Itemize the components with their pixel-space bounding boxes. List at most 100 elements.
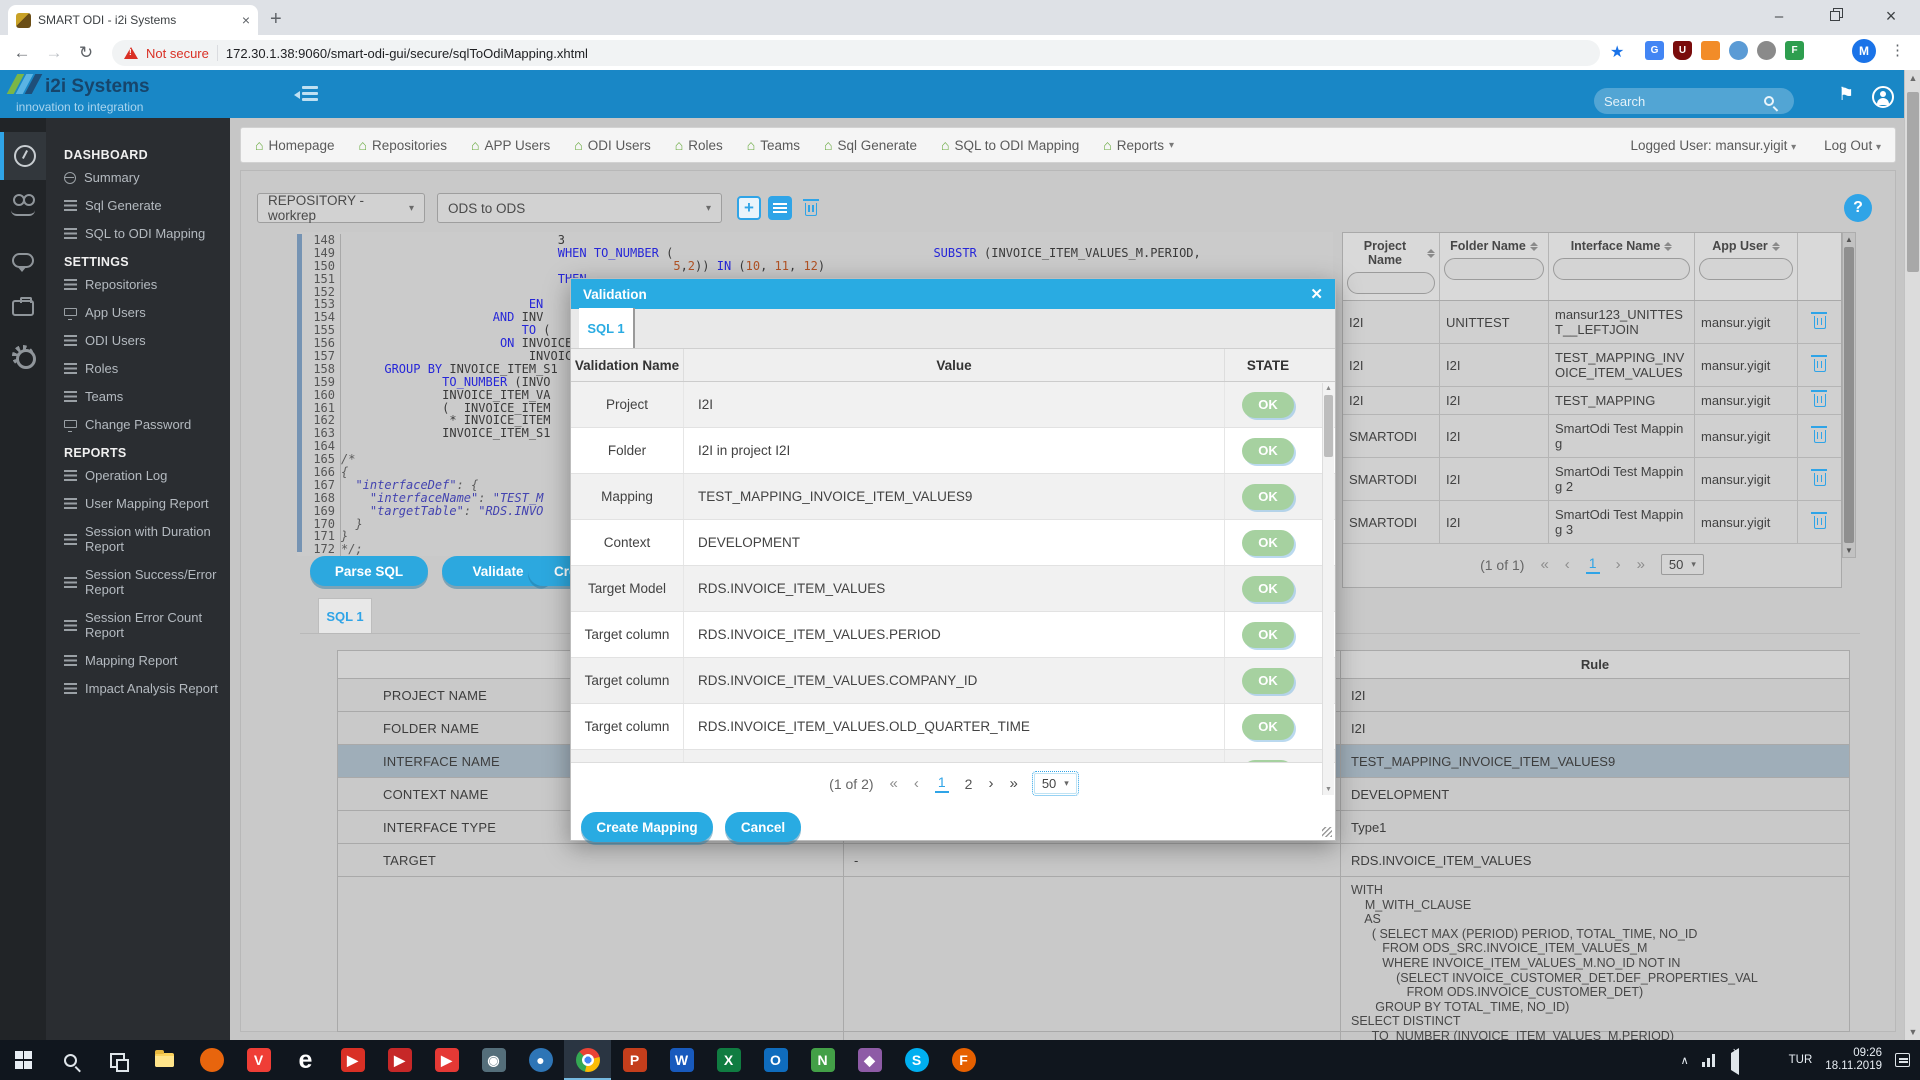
column-header[interactable]: Project Name xyxy=(1343,233,1440,300)
extension-icon[interactable]: F xyxy=(1785,41,1804,60)
next-page-icon[interactable]: › xyxy=(988,775,993,792)
bookmark-star-icon[interactable]: ★ xyxy=(1610,42,1624,62)
top-nav-item[interactable]: ⌂ Reports ▾ xyxy=(1103,137,1174,153)
table-row[interactable]: I2I I2I TEST_MAPPING mansur.yigit xyxy=(1343,387,1841,415)
sidebar-item[interactable]: Session Error Count Report xyxy=(64,610,230,640)
taskbar-app-icon[interactable] xyxy=(188,1040,235,1080)
taskbar-app-icon[interactable]: ▶ xyxy=(376,1040,423,1080)
address-bar[interactable]: Not secure 172.30.1.38:9060/smart-odi-gu… xyxy=(112,40,1600,66)
delete-row-button[interactable] xyxy=(1798,501,1841,543)
taskbar-app-icon[interactable]: V xyxy=(235,1040,282,1080)
sort-icon[interactable] xyxy=(1772,242,1780,251)
sidebar-item[interactable]: Mapping Report xyxy=(64,653,230,668)
validation-row[interactable]: OK xyxy=(571,750,1335,762)
search-icon[interactable] xyxy=(1764,96,1774,106)
taskbar-app-icon[interactable]: X xyxy=(705,1040,752,1080)
help-icon[interactable]: ? xyxy=(1844,194,1872,222)
folder-filter-input[interactable] xyxy=(1444,258,1544,280)
validation-row[interactable]: Target column RDS.INVOICE_ITEM_VALUES.CO… xyxy=(571,658,1335,704)
task-view-icon[interactable] xyxy=(94,1040,141,1080)
ok-state-badge[interactable]: OK xyxy=(1242,530,1294,556)
taskbar-app-icon[interactable]: ▶ xyxy=(423,1040,470,1080)
top-nav-item[interactable]: ⌂ Teams ▾ xyxy=(747,137,800,153)
rail-briefcase-icon[interactable] xyxy=(0,284,46,332)
extension-icon[interactable] xyxy=(1729,41,1748,60)
ok-state-badge[interactable]: OK xyxy=(1242,760,1294,763)
taskbar-app-icon[interactable] xyxy=(564,1040,611,1080)
top-nav-item[interactable]: ⌂ ODI Users ▾ xyxy=(574,137,650,153)
user-profile-icon[interactable] xyxy=(1872,86,1894,108)
table-row[interactable]: SMARTODI I2I SmartOdi Test Mapping 3 man… xyxy=(1343,501,1841,544)
ok-state-badge[interactable]: OK xyxy=(1242,484,1294,510)
header-search[interactable] xyxy=(1594,88,1794,114)
browser-tab[interactable]: SMART ODI - i2i Systems × xyxy=(8,5,258,35)
ok-state-badge[interactable]: OK xyxy=(1242,576,1294,602)
column-header[interactable]: Interface Name xyxy=(1549,233,1695,300)
page-number[interactable]: 1 xyxy=(935,774,949,793)
action-center-icon[interactable] xyxy=(1895,1053,1910,1067)
sidebar-item[interactable]: Change Password xyxy=(64,417,230,432)
user-filter-input[interactable] xyxy=(1699,258,1793,280)
target-schema-select[interactable]: ODS to ODS▾ xyxy=(437,193,722,223)
hidden-icons-chevron[interactable]: ∧ xyxy=(1681,1054,1689,1067)
sidebar-item[interactable]: Summary xyxy=(64,170,230,185)
taskbar-app-icon[interactable]: N xyxy=(799,1040,846,1080)
sidebar-item[interactable]: Teams xyxy=(64,389,230,404)
sidebar-toggle-icon[interactable] xyxy=(294,86,318,103)
top-nav-item[interactable]: ⌂ Homepage ▾ xyxy=(255,137,335,153)
next-page-icon[interactable]: › xyxy=(1616,556,1621,573)
sidebar-item[interactable]: Sql Generate xyxy=(64,198,230,213)
sort-icon[interactable] xyxy=(1664,242,1672,251)
page-scrollbar[interactable]: ▲ ▼ xyxy=(1904,70,1920,1040)
dialog-close-icon[interactable]: ✕ xyxy=(1310,285,1323,303)
table-row[interactable]: SMARTODI I2I SmartOdi Test Mapping mansu… xyxy=(1343,415,1841,458)
ok-state-badge[interactable]: OK xyxy=(1242,668,1294,694)
delete-row-button[interactable] xyxy=(1798,344,1841,386)
extension-icon[interactable]: G xyxy=(1645,41,1664,60)
add-button[interactable]: + xyxy=(737,196,761,220)
sidebar-item[interactable]: Session Success/Error Report xyxy=(64,567,230,597)
project-filter-input[interactable] xyxy=(1347,272,1435,294)
window-minimize-button[interactable]: – xyxy=(1756,0,1802,32)
network-icon[interactable] xyxy=(1702,1053,1718,1067)
sort-icon[interactable] xyxy=(1427,249,1435,258)
volume-muted-icon[interactable] xyxy=(1731,1053,1747,1067)
taskbar-app-icon[interactable]: ◆ xyxy=(846,1040,893,1080)
language-indicator[interactable]: TUR xyxy=(1789,1054,1813,1066)
sidebar-item[interactable]: App Users xyxy=(64,305,230,320)
validation-row[interactable]: Folder I2I in project I2I OK xyxy=(571,428,1335,474)
dialog-tab-sql-1[interactable]: SQL 1 xyxy=(579,308,635,348)
ok-state-badge[interactable]: OK xyxy=(1242,392,1294,418)
sidebar-item[interactable]: ODI Users xyxy=(64,333,230,348)
validation-row[interactable]: Project I2I OK xyxy=(571,382,1335,428)
validation-row[interactable]: Mapping TEST_MAPPING_INVOICE_ITEM_VALUES… xyxy=(571,474,1335,520)
validation-row[interactable]: Target column RDS.INVOICE_ITEM_VALUES.OL… xyxy=(571,704,1335,750)
ok-state-badge[interactable]: OK xyxy=(1242,714,1294,740)
validation-row[interactable]: Target Model RDS.INVOICE_ITEM_VALUES OK xyxy=(571,566,1335,612)
parse-sql-button[interactable]: Parse SQL xyxy=(310,556,428,586)
taskbar-app-icon[interactable]: P xyxy=(611,1040,658,1080)
taskbar-app-icon[interactable]: O xyxy=(752,1040,799,1080)
extension-icon[interactable] xyxy=(1701,41,1720,60)
taskbar-search-icon[interactable] xyxy=(47,1040,94,1080)
sidebar-item[interactable]: Roles xyxy=(64,361,230,376)
browser-profile-avatar[interactable]: M xyxy=(1852,39,1876,63)
taskbar-app-icon[interactable]: ▶ xyxy=(329,1040,376,1080)
validation-row[interactable]: Target column RDS.INVOICE_ITEM_VALUES.PE… xyxy=(571,612,1335,658)
result-row[interactable]: TARGET - RDS.INVOICE_ITEM_VALUES xyxy=(338,844,1849,877)
taskbar-app-icon[interactable]: W xyxy=(658,1040,705,1080)
new-tab-button[interactable]: + xyxy=(270,8,282,31)
forward-button[interactable]: → xyxy=(38,43,70,63)
back-button[interactable]: ← xyxy=(6,43,38,63)
delete-row-button[interactable] xyxy=(1798,301,1841,343)
mapping-table-scrollbar[interactable]: ▲ ▼ xyxy=(1842,232,1856,558)
top-nav-item[interactable]: ⌂ APP Users ▾ xyxy=(471,137,550,153)
top-nav-item[interactable]: ⌂ Repositories ▾ xyxy=(359,137,448,153)
create-mapping-button[interactable]: Create Mapping xyxy=(581,812,713,842)
window-restore-button[interactable] xyxy=(1812,0,1858,32)
interface-filter-input[interactable] xyxy=(1553,258,1690,280)
extension-icon[interactable]: U xyxy=(1673,41,1692,60)
rail-dashboard-icon[interactable] xyxy=(0,132,46,180)
sidebar-item[interactable]: Operation Log xyxy=(64,468,230,483)
repository-select[interactable]: REPOSITORY - workrep▾ xyxy=(257,193,425,223)
